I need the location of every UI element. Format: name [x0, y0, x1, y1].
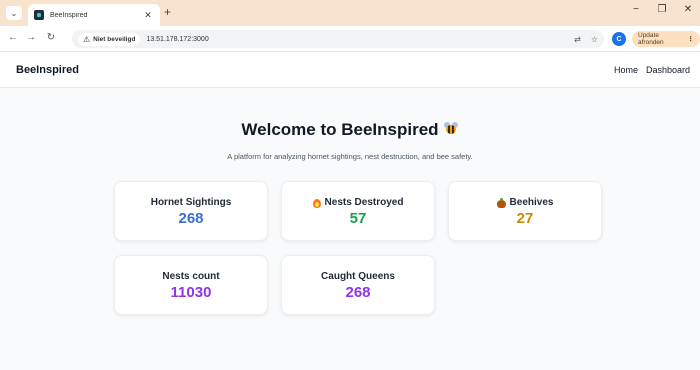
close-window-button[interactable]: ✕ [682, 4, 694, 15]
stat-label: Nests Destroyed [282, 197, 434, 208]
security-warning-text: Niet beveiligd [93, 35, 136, 43]
kebab-menu-icon[interactable]: ⋮ [688, 35, 695, 43]
stat-card-caught-queens: Caught Queens 268 [281, 255, 435, 315]
stat-card-beehives: Beehives 27 [448, 181, 602, 241]
stat-value: 268 [178, 210, 204, 227]
address-bar[interactable]: ⚠ Niet beveiligd 13.51.178.172:3000 ⇄ ☆ [72, 30, 604, 48]
profile-avatar[interactable]: C [612, 32, 626, 46]
browser-tab[interactable]: BeeInspired ✕ [28, 4, 160, 26]
stat-label: Caught Queens [321, 271, 395, 282]
stat-label: Nests count [162, 271, 220, 282]
main-nav: Home Dashboard [614, 65, 690, 75]
tab-search-chevron-icon[interactable]: ⌄ [6, 6, 22, 20]
forward-arrow-icon[interactable]: → [24, 32, 38, 43]
minimize-button[interactable]: − [630, 4, 642, 15]
beehive-icon [496, 197, 506, 208]
app-header: BeeInspired Home Dashboard [0, 52, 700, 88]
stat-value: 27 [516, 210, 534, 227]
tab-close-icon[interactable]: ✕ [142, 10, 154, 21]
warning-triangle-icon: ⚠ [83, 34, 91, 44]
stat-value: 268 [345, 284, 371, 301]
bookmark-star-icon[interactable]: ☆ [591, 35, 598, 44]
page-title: Welcome to BeeInspired [0, 120, 700, 140]
stat-label: Hornet Sightings [150, 197, 232, 208]
back-arrow-icon[interactable]: ← [6, 32, 20, 43]
update-button-label: Update afronden [638, 32, 664, 46]
bee-icon [443, 122, 459, 136]
window-controls: − ❐ ✕ [630, 4, 694, 15]
tab-title: BeeInspired [50, 11, 88, 19]
new-tab-button[interactable]: + [164, 5, 171, 19]
reload-icon[interactable]: ↻ [44, 32, 58, 43]
security-warning-chip[interactable]: ⚠ Niet beveiligd [78, 32, 141, 46]
page-title-text: Welcome to BeeInspired [241, 120, 439, 139]
page-subtitle: A platform for analyzing hornet sighting… [227, 152, 473, 161]
url-text: 13.51.178.172:3000 [146, 35, 209, 43]
stat-card-hornet-sightings: Hornet Sightings 268 [114, 181, 268, 241]
stat-value: 11030 [170, 284, 212, 301]
update-button[interactable]: Update afronden ⋮ [632, 31, 700, 47]
brand-logo-text[interactable]: BeeInspired [16, 64, 79, 76]
fire-icon [312, 198, 321, 208]
stat-label: Beehives [449, 197, 601, 208]
site-favicon-icon [34, 10, 44, 20]
stat-card-nests-count: Nests count 11030 [114, 255, 268, 315]
browser-tab-strip: ⌄ BeeInspired ✕ + − ❐ ✕ [0, 0, 700, 26]
translate-icon[interactable]: ⇄ [574, 35, 581, 44]
restore-button[interactable]: ❐ [656, 4, 668, 15]
stat-card-nests-destroyed: Nests Destroyed 57 [281, 181, 435, 241]
nav-link-dashboard[interactable]: Dashboard [646, 65, 690, 75]
browser-toolbar: ← → ↻ ⚠ Niet beveiligd 13.51.178.172:300… [0, 26, 700, 52]
nav-link-home[interactable]: Home [614, 65, 638, 75]
stat-value: 57 [349, 210, 367, 227]
